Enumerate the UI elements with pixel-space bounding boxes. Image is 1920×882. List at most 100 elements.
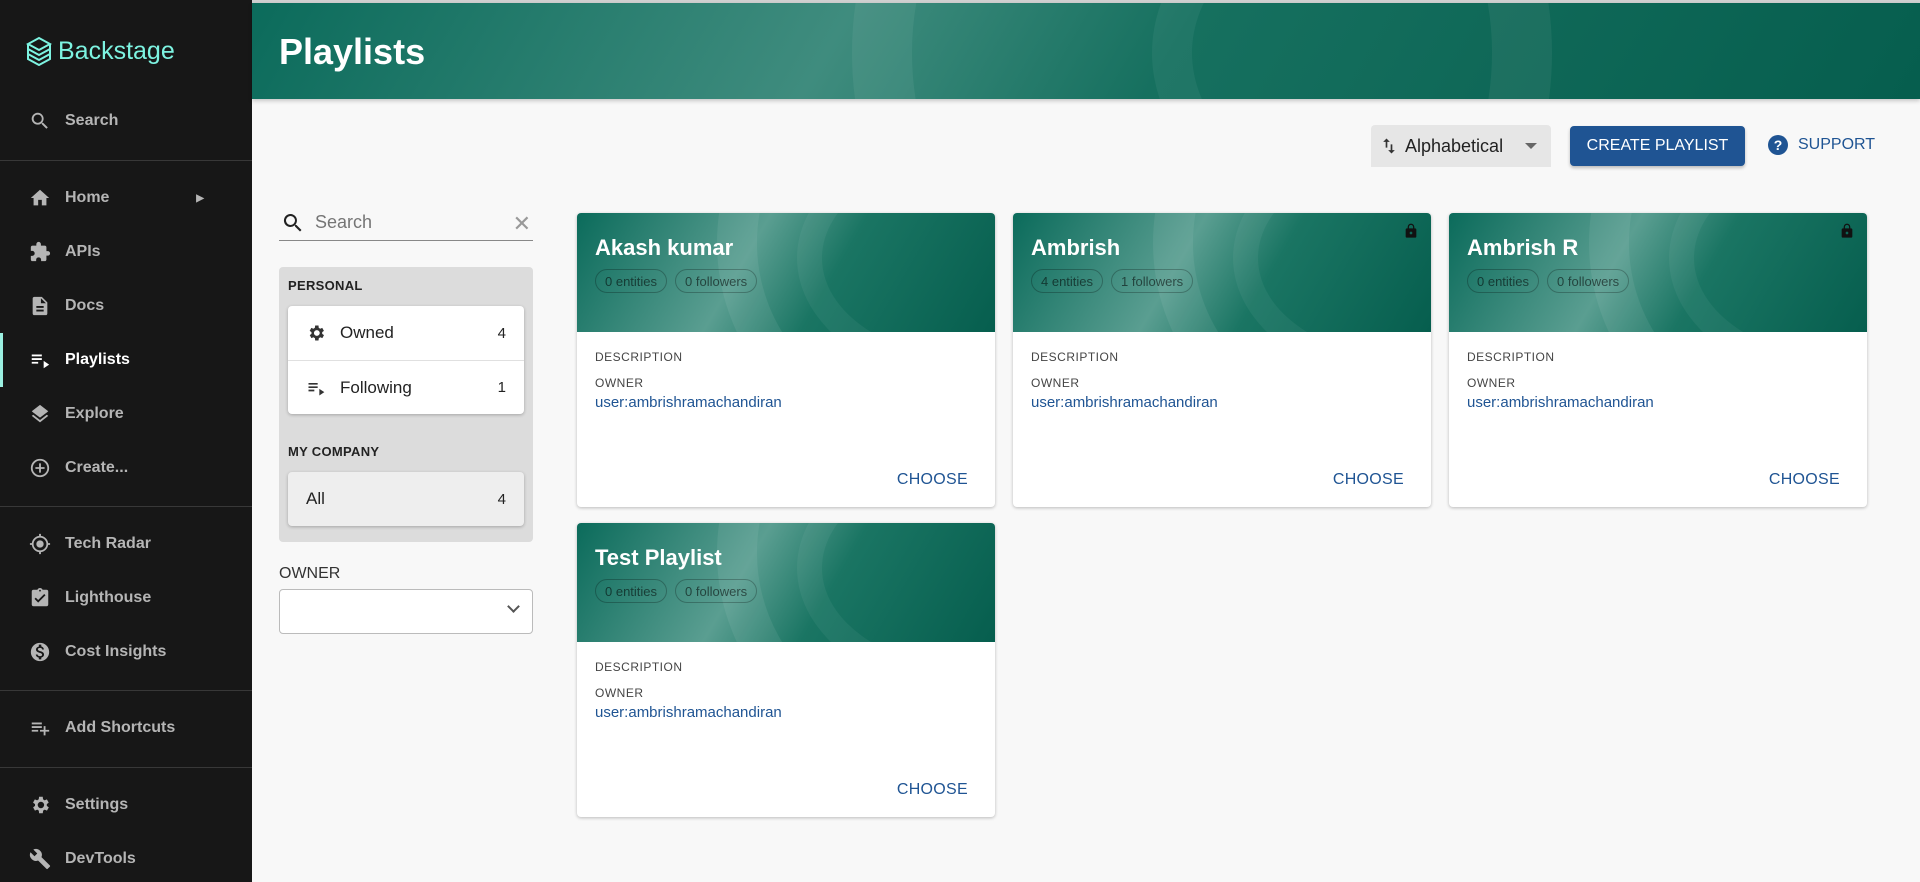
gear-icon	[33, 796, 49, 814]
choose-button[interactable]: CHOOSE	[1769, 471, 1840, 489]
playlist-title: Test Playlist	[595, 545, 722, 570]
followers-chip: 0 followers	[675, 269, 758, 293]
playlist-card-header[interactable]: Ambrish R 0 entities 0 followers	[1449, 213, 1867, 332]
sort-select[interactable]: Alphabetical	[1371, 125, 1551, 167]
sidebar-item-explore[interactable]: Explore	[0, 387, 252, 441]
sidebar-item-playlists[interactable]: Playlists	[0, 333, 252, 387]
playlist-search: ✕	[279, 205, 533, 241]
support-label: SUPPORT	[1798, 136, 1876, 153]
playlist-icon	[308, 382, 325, 395]
backstage-logo[interactable]: Backstage	[26, 36, 175, 66]
sidebar-search-label: Search	[65, 112, 119, 129]
playlist-card-header[interactable]: Akash kumar 0 entities 0 followers	[577, 213, 995, 332]
filter-panel: PERSONAL Owned 4 Following 1 MY COMPANY …	[279, 267, 533, 542]
page-header: Playlists	[252, 3, 1920, 99]
sidebar-item-label: DevTools	[65, 850, 136, 867]
filter-owned[interactable]: Owned 4	[288, 306, 524, 360]
followers-chip: 1 followers	[1111, 269, 1194, 293]
page-title: Playlists	[279, 31, 426, 72]
sidebar-item-apis[interactable]: APIs	[0, 225, 252, 279]
search-icon	[31, 112, 48, 129]
playlist-title: Ambrish	[1031, 235, 1121, 260]
filter-following-count: 1	[497, 379, 506, 396]
search-input[interactable]	[315, 212, 505, 233]
support-button[interactable]: ? SUPPORT	[1768, 135, 1875, 155]
sort-value: Alphabetical	[1405, 135, 1504, 156]
search-icon	[283, 213, 302, 231]
home-icon	[30, 189, 50, 206]
choose-button[interactable]: CHOOSE	[897, 781, 968, 799]
sidebar-item-label: Explore	[65, 405, 124, 422]
followers-chip: 0 followers	[1547, 269, 1630, 293]
playlist-add-icon	[31, 722, 50, 736]
radar-icon	[29, 533, 51, 555]
sidebar-item-home[interactable]: Home ▶	[0, 171, 252, 225]
personal-filter-card: Owned 4 Following 1	[288, 306, 524, 414]
doc-icon	[32, 296, 48, 316]
sidebar-item-settings[interactable]: Settings	[0, 778, 252, 832]
description-label: DESCRIPTION	[1467, 350, 1555, 364]
clear-icon[interactable]: ✕	[513, 211, 531, 237]
sidebar-item-label: Home	[65, 189, 110, 206]
description-label: DESCRIPTION	[595, 350, 683, 364]
sidebar-item-docs[interactable]: Docs	[0, 279, 252, 333]
sidebar-item-tech-radar[interactable]: Tech Radar	[0, 517, 252, 571]
playlist-card: Akash kumar 0 entities 0 followers DESCR…	[577, 213, 995, 507]
sort-icon	[1383, 138, 1395, 154]
sidebar-item-label: Create...	[65, 459, 129, 476]
sidebar-item-devtools[interactable]: DevTools	[0, 832, 252, 882]
header-wave-decoration	[1152, 3, 1920, 99]
owner-link[interactable]: user:ambrishramachandiran	[1467, 394, 1849, 411]
chevron-down-icon	[507, 600, 520, 613]
sidebar-item-label: Lighthouse	[65, 589, 152, 606]
company-section-title: MY COMPANY	[288, 444, 380, 459]
sidebar-item-add-shortcuts[interactable]: Add Shortcuts	[0, 701, 252, 755]
sidebar-divider	[0, 160, 252, 161]
sidebar: Backstage Search Home ▶ APIs Docs Playli…	[0, 0, 252, 882]
create-playlist-button[interactable]: CREATE PLAYLIST	[1570, 126, 1745, 166]
owner-filter-label: OWNER	[279, 565, 341, 582]
entities-chip: 4 entities	[1031, 269, 1104, 293]
description-label: DESCRIPTION	[1031, 350, 1119, 364]
sidebar-item-cost-insights[interactable]: Cost Insights	[0, 625, 252, 679]
owner-link[interactable]: user:ambrishramachandiran	[1031, 394, 1413, 411]
sidebar-item-create[interactable]: Create...	[0, 441, 252, 495]
sidebar-item-label: APIs	[65, 243, 101, 260]
owner-label: OWNER	[1467, 376, 1516, 390]
owner-link[interactable]: user:ambrishramachandiran	[595, 704, 977, 721]
playlist-card: Ambrish R 0 entities 0 followers DESCRIP…	[1449, 213, 1867, 507]
sidebar-item-label: Tech Radar	[65, 535, 151, 552]
sidebar-item-lighthouse[interactable]: Lighthouse	[0, 571, 252, 625]
card-wave-decoration	[1669, 213, 1867, 332]
filter-following[interactable]: Following 1	[288, 360, 524, 414]
app-name: Backstage	[58, 36, 175, 65]
company-filter-card: All 4	[288, 472, 524, 526]
owner-link[interactable]: user:ambrishramachandiran	[595, 394, 977, 411]
owner-label: OWNER	[595, 686, 644, 700]
dropdown-caret-icon	[1525, 143, 1537, 149]
card-wave-decoration	[797, 213, 995, 332]
choose-button[interactable]: CHOOSE	[1333, 471, 1404, 489]
wrench-icon	[29, 849, 51, 870]
choose-button[interactable]: CHOOSE	[897, 471, 968, 489]
sidebar-divider	[0, 506, 252, 507]
playlist-card: Test Playlist 0 entities 0 followers DES…	[577, 523, 995, 817]
personal-section-title: PERSONAL	[288, 278, 363, 293]
entities-chip: 0 entities	[595, 269, 668, 293]
sidebar-item-label: Playlists	[65, 351, 130, 368]
playlist-card: Ambrish 4 entities 1 followers DESCRIPTI…	[1013, 213, 1431, 507]
filter-all-count: 4	[497, 490, 506, 508]
playlist-card-header[interactable]: Ambrish 4 entities 1 followers	[1013, 213, 1431, 332]
filter-following-label: Following	[340, 377, 412, 397]
filter-owned-label: Owned	[340, 323, 394, 342]
card-wave-decoration	[797, 523, 995, 642]
sidebar-search[interactable]: Search	[0, 94, 252, 148]
sidebar-item-label: Add Shortcuts	[65, 719, 176, 736]
lock-icon	[1405, 223, 1417, 238]
playlist-card-header[interactable]: Test Playlist 0 entities 0 followers	[577, 523, 995, 642]
sidebar-divider	[0, 690, 252, 691]
owner-filter-select[interactable]	[279, 589, 533, 634]
owner-label: OWNER	[595, 376, 644, 390]
add-circle-icon	[30, 458, 50, 478]
filter-all[interactable]: All 4	[288, 472, 524, 526]
